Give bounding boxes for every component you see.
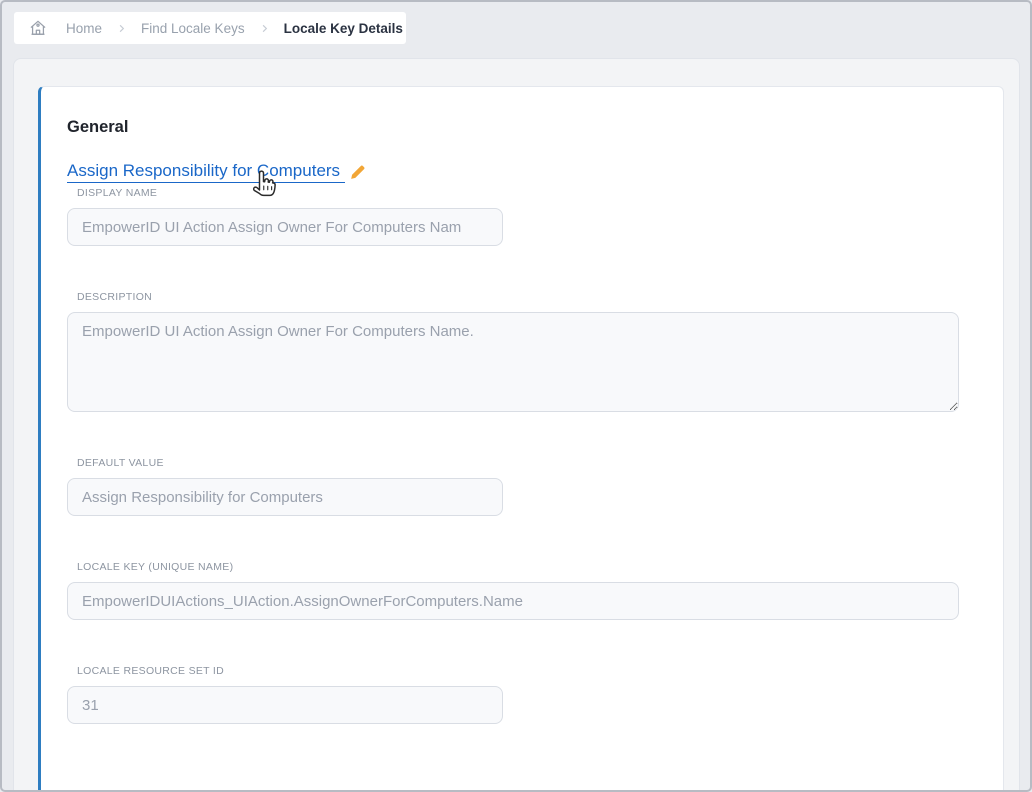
record-name-link[interactable]: Assign Responsibility for Computers — [67, 161, 345, 183]
description-textarea[interactable] — [67, 312, 959, 412]
field-label: DESCRIPTION — [77, 291, 1003, 304]
field-label: LOCALE RESOURCE SET ID — [77, 665, 1003, 678]
content-panel: General Assign Responsibility for Comput… — [13, 58, 1020, 792]
field-locale-resource-set-id: LOCALE RESOURCE SET ID — [67, 665, 1003, 724]
record-title-row: Assign Responsibility for Computers — [67, 160, 1003, 184]
field-default-value: DEFAULT VALUE — [67, 457, 1003, 516]
breadcrumb-item-home[interactable]: Home — [66, 21, 102, 36]
field-display-name: DISPLAY NAME — [67, 187, 1003, 246]
field-description: DESCRIPTION — [67, 291, 1003, 412]
breadcrumb: Home Find Locale Keys Locale Key Details — [14, 12, 406, 44]
field-label: LOCALE KEY (UNIQUE NAME) — [77, 561, 1003, 574]
locale-key-input[interactable] — [67, 582, 959, 620]
home-icon[interactable] — [28, 18, 48, 38]
locale-resource-set-id-input[interactable] — [67, 686, 503, 724]
breadcrumb-item-find-locale-keys[interactable]: Find Locale Keys — [141, 21, 245, 36]
field-label: DEFAULT VALUE — [77, 457, 1003, 470]
field-label: DISPLAY NAME — [77, 187, 1003, 200]
locale-key-details-card: General Assign Responsibility for Comput… — [38, 86, 1004, 792]
app-window: Home Find Locale Keys Locale Key Details… — [0, 0, 1032, 792]
breadcrumb-item-locale-key-details: Locale Key Details — [284, 21, 403, 36]
pencil-icon[interactable] — [349, 163, 367, 181]
section-title: General — [67, 117, 1003, 137]
display-name-input[interactable] — [67, 208, 503, 246]
chevron-right-icon — [259, 23, 270, 34]
field-locale-key: LOCALE KEY (UNIQUE NAME) — [67, 561, 1003, 620]
chevron-right-icon — [116, 23, 127, 34]
default-value-input[interactable] — [67, 478, 503, 516]
